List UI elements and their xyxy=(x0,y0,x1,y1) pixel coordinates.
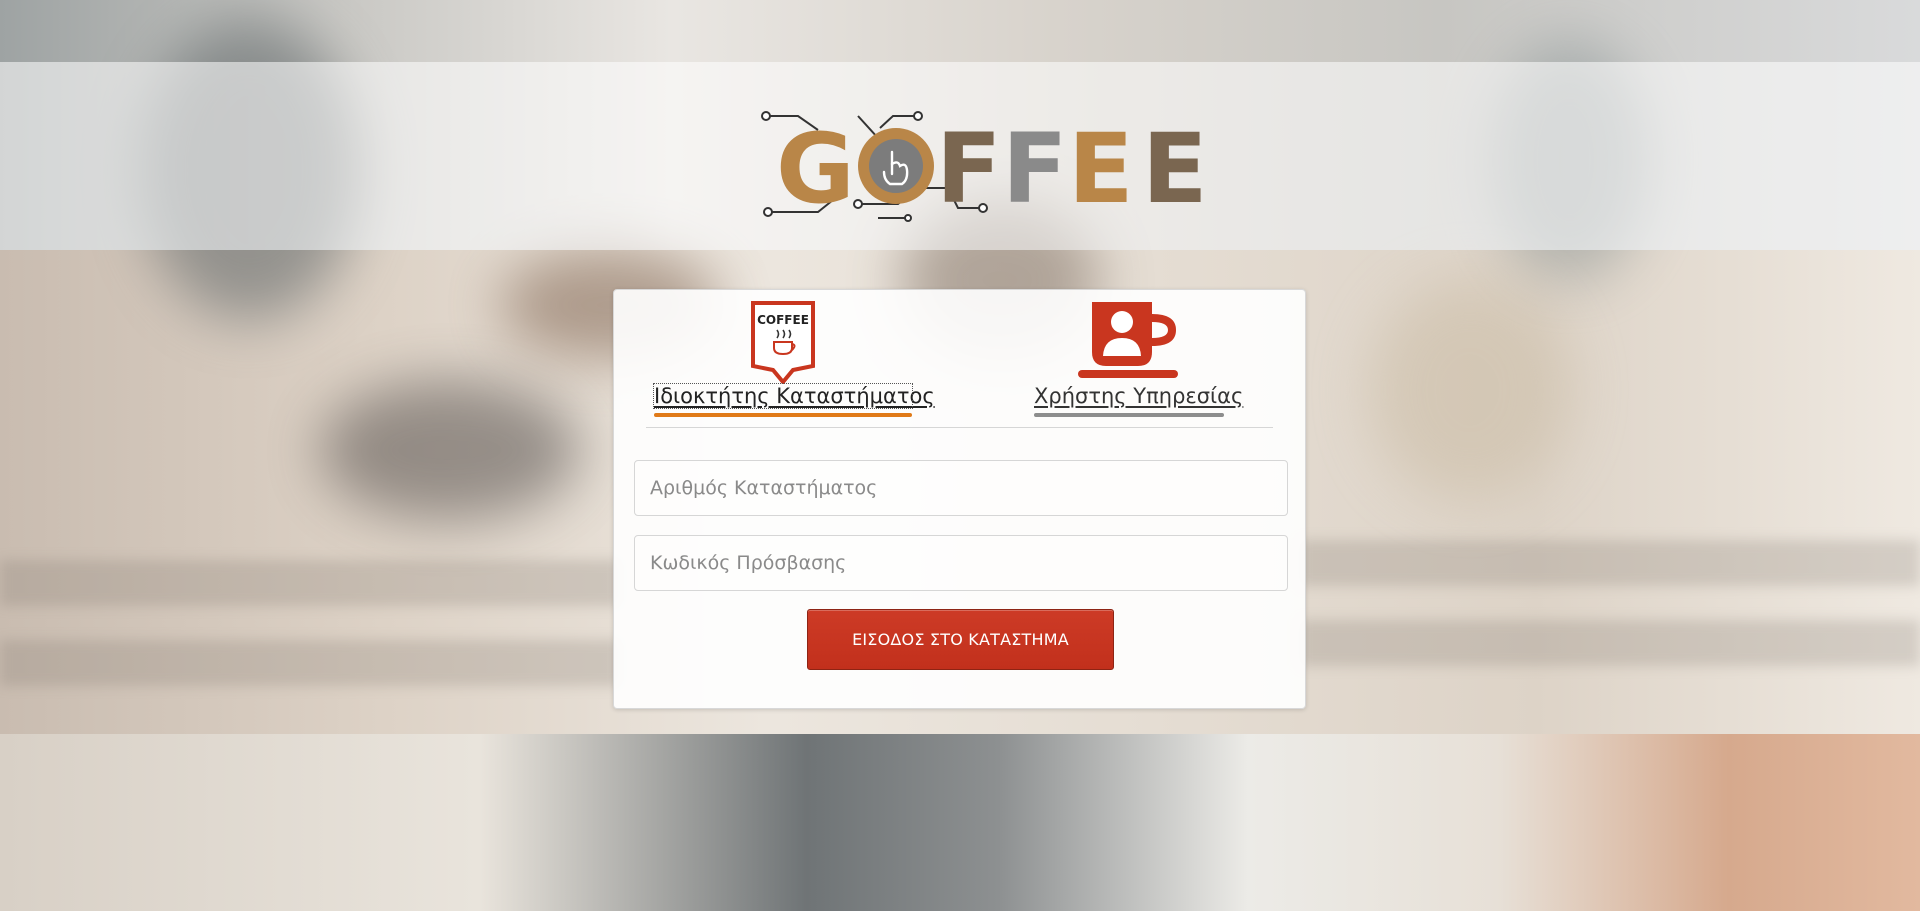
svg-text:F: F xyxy=(1002,113,1068,222)
coffee-shop-badge-icon: COFFEE xyxy=(751,301,815,384)
svg-text:G: G xyxy=(776,113,855,222)
tab-inactive-indicator xyxy=(1034,413,1224,417)
badge-text: COFFEE xyxy=(757,313,809,327)
tab-active-indicator xyxy=(654,413,912,417)
svg-text:F: F xyxy=(936,113,1002,222)
password-input[interactable] xyxy=(634,535,1288,591)
store-number-input[interactable] xyxy=(634,460,1288,516)
login-type-tabs: COFFEE Ιδιοκτήτης Καταστήματος Χρήστης Υ… xyxy=(614,290,1305,428)
tab-service-user-label: Χρήστης Υπηρεσίας xyxy=(1034,384,1244,408)
svg-text:E: E xyxy=(1142,113,1208,222)
svg-text:E: E xyxy=(1068,113,1134,222)
login-card: COFFEE Ιδιοκτήτης Καταστήματος Χρήστης Υ… xyxy=(613,289,1306,709)
tab-store-owner[interactable]: COFFEE Ιδιοκτήτης Καταστήματος xyxy=(653,290,935,420)
tab-store-owner-label: Ιδιοκτήτης Καταστήματος xyxy=(653,383,935,409)
goffee-logo: G F F E E xyxy=(761,111,1208,222)
store-login-button[interactable]: ΕΙΣΟΔΟΣ ΣΤΟ ΚΑΤΑΣΤΗΜΑ xyxy=(807,609,1114,670)
tab-service-user[interactable]: Χρήστης Υπηρεσίας xyxy=(1034,290,1244,420)
tabs-divider xyxy=(646,427,1273,428)
user-cup-icon xyxy=(1078,302,1178,378)
